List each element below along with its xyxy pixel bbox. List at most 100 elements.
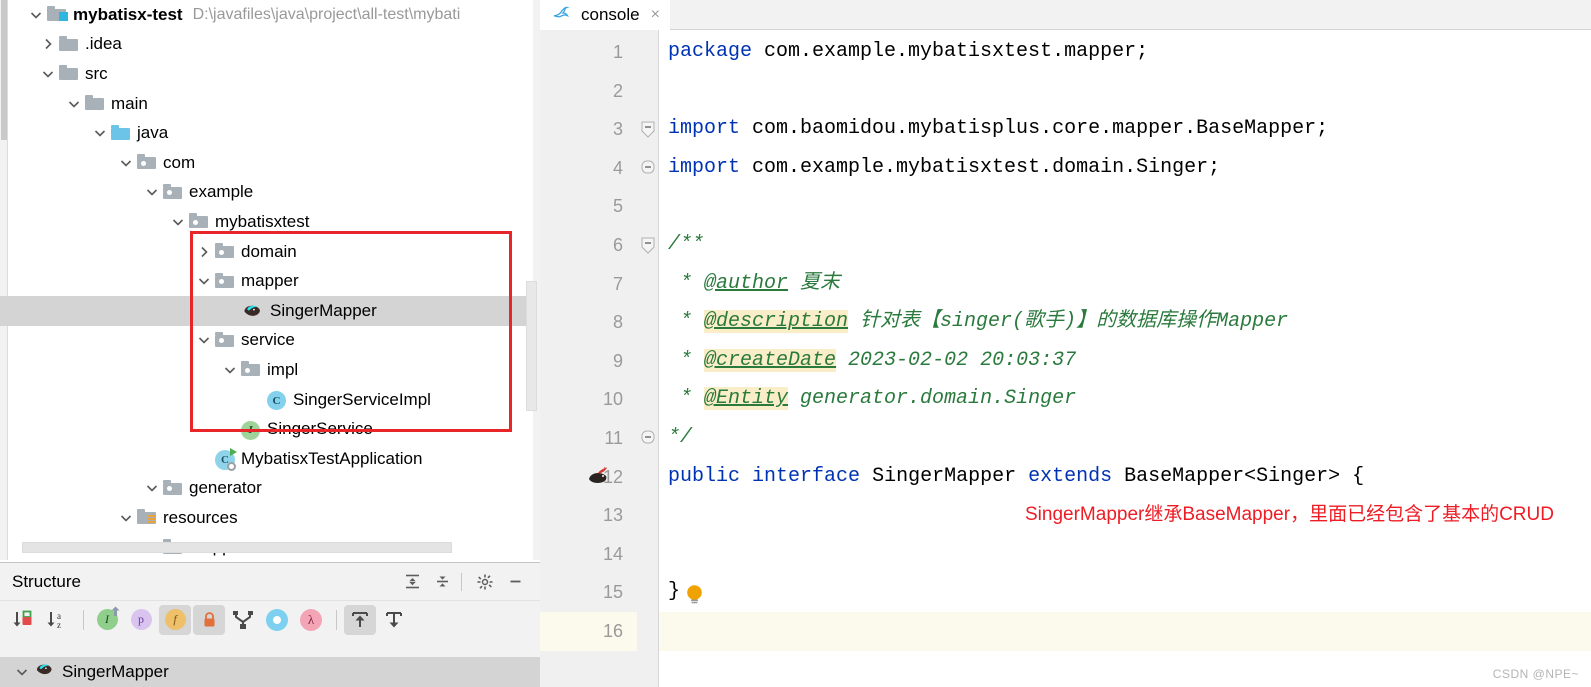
tree-row[interactable]: resources (0, 503, 540, 533)
tree-row-root[interactable]: mybatisx-test D:\javafiles\java\project\a… (0, 0, 540, 30)
code-token: extends (1028, 464, 1113, 488)
tree-row[interactable]: src (0, 59, 540, 89)
code-line[interactable]: import com.baomidou.mybatisplus.core.map… (668, 110, 1328, 149)
tree-row[interactable]: C MybatisxTestApplication (0, 444, 540, 474)
tree-label: mybatisxtest (215, 211, 310, 231)
spring-boot-class-icon: C (215, 448, 237, 472)
sort-alphabetically-icon[interactable]: a z (42, 605, 74, 635)
project-horizontal-scrollbar[interactable] (22, 542, 452, 553)
ide-window: mybatisx-test D:\javafiles\java\project\a… (0, 0, 1591, 687)
tree-row[interactable]: com (0, 148, 540, 178)
show-non-public-icon[interactable] (193, 604, 225, 635)
chevron-down-icon[interactable] (222, 362, 238, 378)
code-token: package (668, 40, 753, 63)
tree-row[interactable]: mapper (0, 266, 540, 296)
show-anonymous-classes-icon[interactable] (261, 605, 293, 635)
line-number: 7 (612, 273, 623, 294)
show-inherited-icon[interactable]: I (91, 605, 123, 635)
code-folding-strip[interactable] (637, 30, 659, 687)
chevron-down-icon[interactable] (66, 96, 82, 112)
tree-label: generator (189, 478, 262, 498)
tree-row[interactable]: mybatisxtest (0, 207, 540, 237)
code-line[interactable]: * @createDate 2023-02-02 20:03:37 (668, 342, 1076, 381)
tree-row[interactable]: main (0, 89, 540, 119)
fold-end-icon[interactable] (641, 430, 655, 444)
tree-row[interactable]: java (0, 118, 540, 148)
tab-console[interactable]: console × (540, 0, 670, 30)
show-fields-icon[interactable]: f (159, 604, 191, 635)
scroll-from-source-icon[interactable] (344, 604, 376, 635)
group-by-implementation-icon[interactable] (227, 605, 259, 635)
chevron-down-icon[interactable] (144, 480, 160, 496)
fold-start-icon[interactable] (641, 237, 655, 254)
code-token: 针对表【singer(歌手)】的数据库操作Mapper (848, 310, 1289, 334)
code-line[interactable]: * @description 针对表【singer(歌手)】的数据库操作Mapp… (668, 303, 1288, 342)
mybatis-bird-icon[interactable] (586, 466, 612, 493)
chevron-down-icon[interactable] (196, 273, 212, 289)
code-line[interactable]: /** (668, 226, 704, 265)
project-tree[interactable]: mybatisx-test D:\javafiles\java\project\a… (0, 0, 540, 560)
code-token: 2023-02-02 20:03:37 (836, 348, 1077, 372)
package-folder-icon (137, 154, 158, 171)
line-number: 6 (612, 235, 623, 255)
tree-label: service (241, 330, 295, 350)
chevron-down-icon[interactable] (14, 664, 30, 680)
code-line[interactable]: public interface SingerMapper extends Ba… (668, 458, 1364, 497)
tree-row[interactable]: SingerMapper (0, 295, 540, 326)
tree-row[interactable]: service (0, 326, 540, 356)
tree-row[interactable]: C SingerServiceImpl (0, 385, 540, 415)
chevron-down-icon[interactable] (144, 184, 160, 200)
code-line[interactable]: * @author 夏末 (668, 265, 840, 304)
chevron-right-icon[interactable] (40, 36, 56, 52)
chevron-down-icon[interactable] (196, 332, 212, 348)
resources-folder-icon (137, 509, 158, 526)
fold-start-icon[interactable] (641, 121, 655, 138)
chevron-down-icon[interactable] (28, 7, 44, 23)
structure-title: Structure (12, 571, 81, 591)
tree-row[interactable]: domain (0, 237, 540, 267)
tree-row[interactable]: generator (0, 474, 540, 504)
project-tool-window[interactable]: mybatisx-test D:\javafiles\java\project\a… (0, 0, 540, 560)
code-line[interactable]: import com.example.mybatisxtest.domain.S… (668, 149, 1220, 188)
expand-all-icon[interactable] (399, 570, 425, 594)
tree-label: java (137, 123, 169, 143)
line-number-gutter: 1 2 3 4 5 6 7 8 9 10 11 12 13 14 15 16 (540, 30, 659, 687)
chevron-right-icon[interactable] (196, 244, 212, 260)
chevron-down-icon[interactable] (40, 66, 56, 82)
tree-row[interactable]: I SingerService (0, 414, 540, 444)
intention-bulb-icon[interactable] (685, 584, 704, 610)
show-lambdas-icon[interactable]: λ (295, 605, 327, 635)
code-line[interactable]: package com.example.mybatisxtest.mapper; (668, 33, 1148, 72)
tree-row[interactable]: impl (0, 355, 540, 385)
fold-end-icon[interactable] (641, 160, 655, 174)
collapse-all-icon[interactable] (429, 570, 455, 594)
code-token: * (668, 271, 705, 295)
chevron-down-icon[interactable] (92, 125, 108, 141)
tree-label: domain (241, 241, 297, 261)
gear-icon[interactable] (472, 570, 498, 594)
structure-tool-window[interactable]: Structure a z I p f λ SingerMapper (0, 562, 540, 687)
chevron-down-icon[interactable] (118, 155, 134, 171)
project-vertical-scrollbar[interactable] (526, 281, 537, 411)
scroll-to-source-icon[interactable] (378, 605, 410, 635)
show-properties-icon[interactable]: p (125, 605, 157, 635)
tree-row[interactable]: .idea (0, 30, 540, 60)
chevron-down-icon[interactable] (118, 510, 134, 526)
line-number: 10 (602, 389, 623, 410)
chevron-down-icon[interactable] (170, 214, 186, 230)
tree-row[interactable]: example (0, 178, 540, 208)
code-editor[interactable]: 1 2 3 4 5 6 7 8 9 10 11 12 13 14 15 16 package com.exam… (540, 30, 1591, 687)
code-token: public (668, 464, 741, 488)
package-folder-icon (215, 272, 236, 290)
code-line[interactable]: */ (668, 419, 692, 458)
close-icon[interactable]: × (651, 6, 660, 24)
code-line[interactable]: } (668, 573, 680, 612)
minimize-icon[interactable] (502, 570, 528, 594)
tree-label: mybatisx-test (73, 4, 183, 24)
code-line[interactable]: * @Entity generator.domain.Singer (668, 380, 1076, 419)
code-content[interactable]: package com.example.mybatisxtest.mapper;… (659, 30, 1591, 687)
structure-root-item[interactable]: SingerMapper (0, 657, 540, 687)
structure-toolbar[interactable]: a z I p f λ (0, 600, 540, 638)
code-token: * (668, 310, 705, 334)
sort-by-visibility-icon[interactable] (8, 605, 40, 635)
